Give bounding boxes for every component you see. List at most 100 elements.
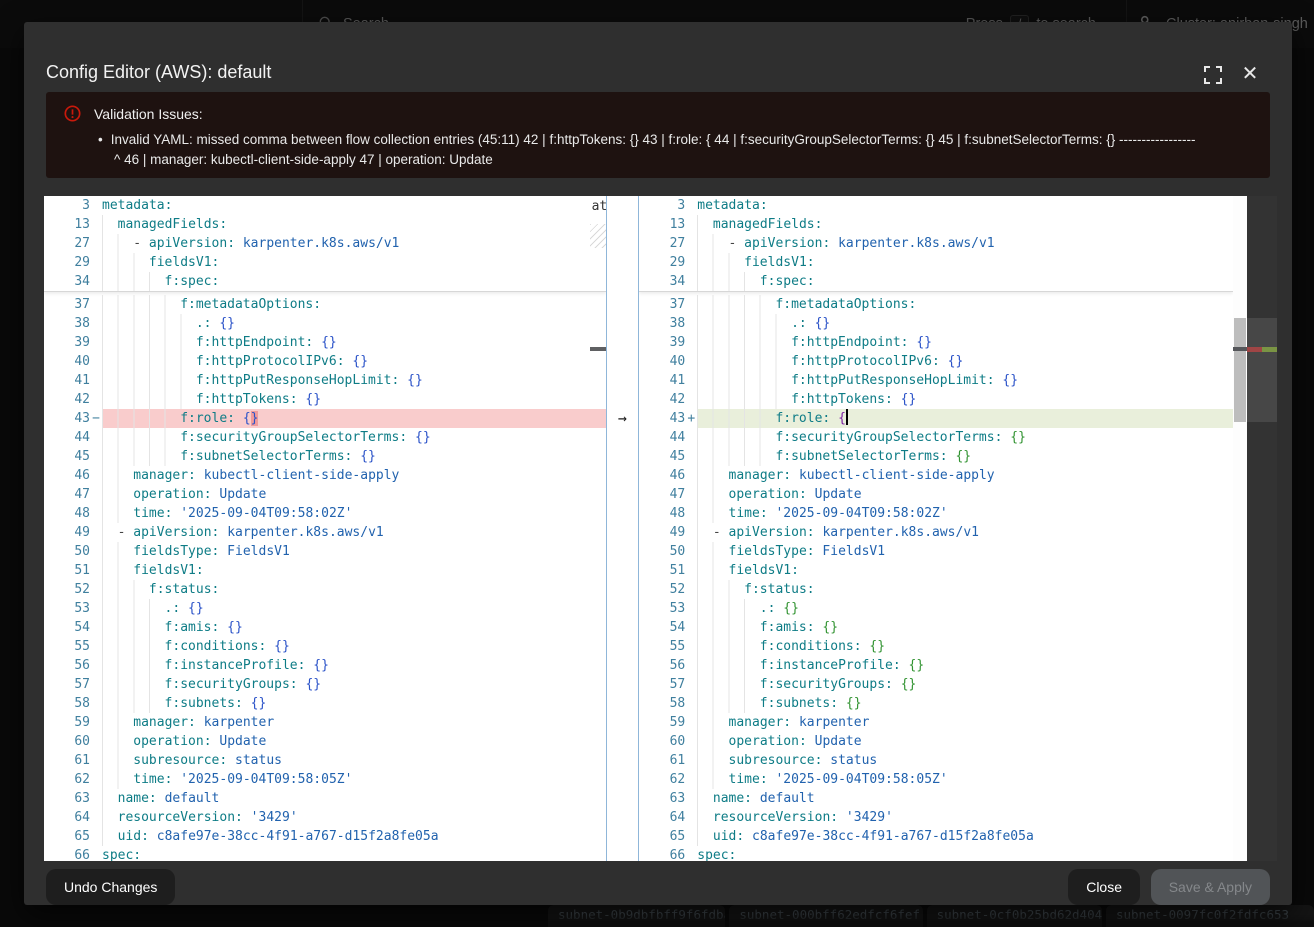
diff-modified-pane[interactable]: 3metadata:13managedFields:27- apiVersion… <box>639 196 1233 861</box>
code-line[interactable]: 48time: '2025-09-04T09:58:02Z' <box>639 504 1233 523</box>
code-line[interactable]: 65uid: c8afe97e-38cc-4f91-a767-d15f2a8fe… <box>44 827 606 846</box>
config-editor-modal: Config Editor (AWS): default ✕ Validatio… <box>24 22 1292 905</box>
code-line[interactable]: 61subresource: status <box>639 751 1233 770</box>
code-line[interactable]: 56f:instanceProfile: {} <box>44 656 606 675</box>
code-line[interactable]: 62time: '2025-09-04T09:58:05Z' <box>639 770 1233 789</box>
code-line[interactable]: 37f:metadataOptions: <box>639 295 1233 314</box>
code-line[interactable]: 43−f:role: {} <box>44 409 606 428</box>
collapsed-context-block[interactable]: 3metadata:13managedFields:27- apiVersion… <box>44 196 606 292</box>
code-line[interactable]: 58f:subnets: {} <box>44 694 606 713</box>
code-line[interactable]: 47operation: Update <box>639 485 1233 504</box>
code-content: fieldsType: FieldsV1 <box>697 542 1233 561</box>
diff-sash[interactable]: → <box>606 196 640 861</box>
code-content: f:securityGroups: {} <box>102 675 606 694</box>
code-line[interactable]: 66spec: <box>639 846 1233 861</box>
code-line[interactable]: 64resourceVersion: '3429' <box>44 808 606 827</box>
code-line[interactable]: 29fieldsV1: <box>44 253 606 272</box>
error-icon <box>64 105 81 122</box>
code-line[interactable]: 52f:status: <box>44 580 606 599</box>
code-line[interactable]: 57f:securityGroups: {} <box>639 675 1233 694</box>
code-line[interactable]: 38.: {} <box>639 314 1233 333</box>
line-number: 55 <box>639 637 685 656</box>
code-line[interactable]: 54f:amis: {} <box>44 618 606 637</box>
close-button[interactable]: Close <box>1068 869 1140 905</box>
code-line[interactable]: 42f:httpTokens: {} <box>44 390 606 409</box>
code-line[interactable]: 47operation: Update <box>44 485 606 504</box>
code-line[interactable]: 51fieldsV1: <box>639 561 1233 580</box>
revert-change-arrow[interactable]: → <box>607 409 639 428</box>
code-line[interactable]: 46manager: kubectl-client-side-apply <box>44 466 606 485</box>
code-line[interactable]: 13managedFields: <box>44 215 606 234</box>
code-line[interactable]: 66spec: <box>44 846 606 861</box>
code-line[interactable]: 51fieldsV1: <box>44 561 606 580</box>
collapsed-context-block[interactable]: 3metadata:13managedFields:27- apiVersion… <box>639 196 1233 292</box>
code-line[interactable]: 45f:subnetSelectorTerms: {} <box>44 447 606 466</box>
code-line[interactable]: 54f:amis: {} <box>639 618 1233 637</box>
code-block[interactable]: 37f:metadataOptions:38.: {}39f:httpEndpo… <box>44 292 606 861</box>
code-line[interactable]: 55f:conditions: {} <box>44 637 606 656</box>
code-line[interactable]: 29fieldsV1: <box>639 253 1233 272</box>
code-line[interactable]: 60operation: Update <box>44 732 606 751</box>
code-line[interactable]: 59manager: karpenter <box>639 713 1233 732</box>
diff-original-pane[interactable]: 3metadata:13managedFields:27- apiVersion… <box>44 196 606 861</box>
code-line[interactable]: 39f:httpEndpoint: {} <box>44 333 606 352</box>
line-number: 34 <box>44 272 90 291</box>
code-line[interactable]: 41f:httpPutResponseHopLimit: {} <box>639 371 1233 390</box>
code-line[interactable]: 13managedFields: <box>639 215 1233 234</box>
code-line[interactable]: 61subresource: status <box>44 751 606 770</box>
code-line[interactable]: 34f:spec: <box>639 272 1233 291</box>
code-line[interactable]: 40f:httpProtocolIPv6: {} <box>639 352 1233 371</box>
code-content: f:securityGroups: {} <box>697 675 1233 694</box>
code-line[interactable]: 52f:status: <box>639 580 1233 599</box>
line-number: 39 <box>44 333 90 352</box>
code-line[interactable]: 64resourceVersion: '3429' <box>639 808 1233 827</box>
code-line[interactable]: 56f:instanceProfile: {} <box>639 656 1233 675</box>
code-line[interactable]: 57f:securityGroups: {} <box>44 675 606 694</box>
code-block[interactable]: 37f:metadataOptions:38.: {}39f:httpEndpo… <box>639 292 1233 861</box>
code-line[interactable]: 3metadata: <box>44 196 606 215</box>
code-line[interactable]: 43+f:role: { <box>639 409 1233 428</box>
code-line[interactable]: 41f:httpPutResponseHopLimit: {} <box>44 371 606 390</box>
code-line[interactable]: 40f:httpProtocolIPv6: {} <box>44 352 606 371</box>
code-line[interactable]: 50fieldsType: FieldsV1 <box>44 542 606 561</box>
scrollbar-thumb[interactable] <box>1234 318 1246 422</box>
code-line[interactable]: 45f:subnetSelectorTerms: {} <box>639 447 1233 466</box>
code-line[interactable]: 27- apiVersion: karpenter.k8s.aws/v1 <box>44 234 606 253</box>
code-line[interactable]: 37f:metadataOptions: <box>44 295 606 314</box>
line-number: 47 <box>44 485 90 504</box>
code-line[interactable]: 49- apiVersion: karpenter.k8s.aws/v1 <box>639 523 1233 542</box>
line-number: 13 <box>639 215 685 234</box>
code-line[interactable]: 55f:conditions: {} <box>639 637 1233 656</box>
code-line[interactable]: 44f:securityGroupSelectorTerms: {} <box>639 428 1233 447</box>
code-line[interactable]: 49- apiVersion: karpenter.k8s.aws/v1 <box>44 523 606 542</box>
code-line[interactable]: 27- apiVersion: karpenter.k8s.aws/v1 <box>639 234 1233 253</box>
code-line[interactable]: 62time: '2025-09-04T09:58:05Z' <box>44 770 606 789</box>
diff-sign <box>90 770 102 789</box>
code-line[interactable]: 58f:subnets: {} <box>639 694 1233 713</box>
expand-icon[interactable] <box>1204 66 1222 84</box>
code-line[interactable]: 63name: default <box>44 789 606 808</box>
code-line[interactable]: 53.: {} <box>44 599 606 618</box>
code-line[interactable]: 3metadata: <box>639 196 1233 215</box>
code-line[interactable]: 48time: '2025-09-04T09:58:02Z' <box>44 504 606 523</box>
diff-overview-ruler[interactable] <box>1247 196 1277 861</box>
code-line[interactable]: 38.: {} <box>44 314 606 333</box>
code-line[interactable]: 34f:spec: <box>44 272 606 291</box>
close-icon[interactable]: ✕ <box>1240 64 1260 84</box>
undo-changes-button[interactable]: Undo Changes <box>46 869 175 905</box>
vertical-scrollbar[interactable] <box>1233 196 1247 861</box>
line-number: 62 <box>44 770 90 789</box>
code-line[interactable]: 60operation: Update <box>639 732 1233 751</box>
save-apply-button[interactable]: Save & Apply <box>1151 869 1270 905</box>
code-line[interactable]: 63name: default <box>639 789 1233 808</box>
code-line[interactable]: 44f:securityGroupSelectorTerms: {} <box>44 428 606 447</box>
code-line[interactable]: 39f:httpEndpoint: {} <box>639 333 1233 352</box>
code-line[interactable]: 42f:httpTokens: {} <box>639 390 1233 409</box>
code-line[interactable]: 59manager: karpenter <box>44 713 606 732</box>
code-line[interactable]: 53.: {} <box>639 599 1233 618</box>
code-line[interactable]: 65uid: c8afe97e-38cc-4f91-a767-d15f2a8fe… <box>639 827 1233 846</box>
code-line[interactable]: 50fieldsType: FieldsV1 <box>639 542 1233 561</box>
code-content: name: default <box>102 789 606 808</box>
code-line[interactable]: 46manager: kubectl-client-side-apply <box>639 466 1233 485</box>
code-content: f:httpTokens: {} <box>697 390 1233 409</box>
